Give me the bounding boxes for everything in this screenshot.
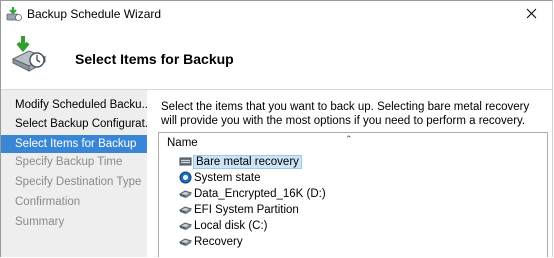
list-item-label: Data_Encrypted_16K (D:) bbox=[194, 188, 326, 200]
app-icon bbox=[6, 6, 22, 22]
window-title: Backup Schedule Wizard bbox=[27, 7, 162, 21]
drive-icon bbox=[178, 203, 193, 216]
step-modify-scheduled-backup[interactable]: Modify Scheduled Backu... bbox=[1, 96, 147, 114]
list-item-label: Bare metal recovery bbox=[193, 155, 302, 169]
wizard-steps-sidebar: Modify Scheduled Backu... Select Backup … bbox=[1, 90, 147, 257]
wizard-window: Backup Schedule Wizard Select Items for … bbox=[0, 0, 553, 257]
list-item-label: Local disk (C:) bbox=[194, 220, 268, 232]
drive-icon bbox=[178, 187, 193, 200]
wizard-header: Select Items for Backup bbox=[1, 27, 552, 89]
step-specify-destination-type: Specify Destination Type bbox=[15, 176, 142, 188]
instructions-text: Select the items that you want to back u… bbox=[161, 101, 530, 127]
list-item-local-disk-c[interactable]: Local disk (C:) bbox=[178, 218, 268, 234]
close-button[interactable] bbox=[512, 1, 552, 27]
list-item-label: System state bbox=[194, 172, 261, 184]
list-item-system-state[interactable]: System state bbox=[179, 170, 260, 186]
sort-ascending-icon: ⌃ bbox=[345, 134, 353, 144]
server-icon bbox=[179, 155, 192, 168]
step-summary: Summary bbox=[15, 216, 65, 228]
drive-icon bbox=[178, 235, 193, 248]
close-icon bbox=[526, 8, 537, 19]
list-item-bare-metal-recovery[interactable]: Bare metal recovery bbox=[179, 154, 302, 170]
list-item-data-encrypted-drive[interactable]: Data_Encrypted_16K (D:) bbox=[178, 186, 326, 202]
list-item-label: Recovery bbox=[194, 236, 243, 248]
system-state-icon bbox=[179, 171, 192, 184]
column-header-label: Name bbox=[167, 137, 198, 149]
page-title: Select Items for Backup bbox=[75, 51, 234, 67]
main-content: Select the items that you want to back u… bbox=[147, 90, 552, 257]
list-item-label: EFI System Partition bbox=[194, 204, 299, 216]
list-item-recovery[interactable]: Recovery bbox=[178, 234, 243, 250]
title-bar[interactable]: Backup Schedule Wizard bbox=[1, 1, 552, 27]
drive-icon bbox=[178, 219, 193, 232]
list-item-efi-system-partition[interactable]: EFI System Partition bbox=[178, 202, 299, 218]
name-column-header[interactable]: Name ⌃ bbox=[159, 133, 547, 153]
backup-items-list[interactable]: Name ⌃ Bare metal recovery System state … bbox=[158, 132, 548, 257]
step-specify-backup-time: Specify Backup Time bbox=[15, 156, 123, 168]
step-select-items-for-backup[interactable]: Select Items for Backup bbox=[1, 135, 147, 153]
backup-clock-icon bbox=[9, 33, 49, 73]
step-confirmation: Confirmation bbox=[15, 196, 81, 208]
step-select-backup-configuration[interactable]: Select Backup Configurat... bbox=[1, 115, 147, 133]
